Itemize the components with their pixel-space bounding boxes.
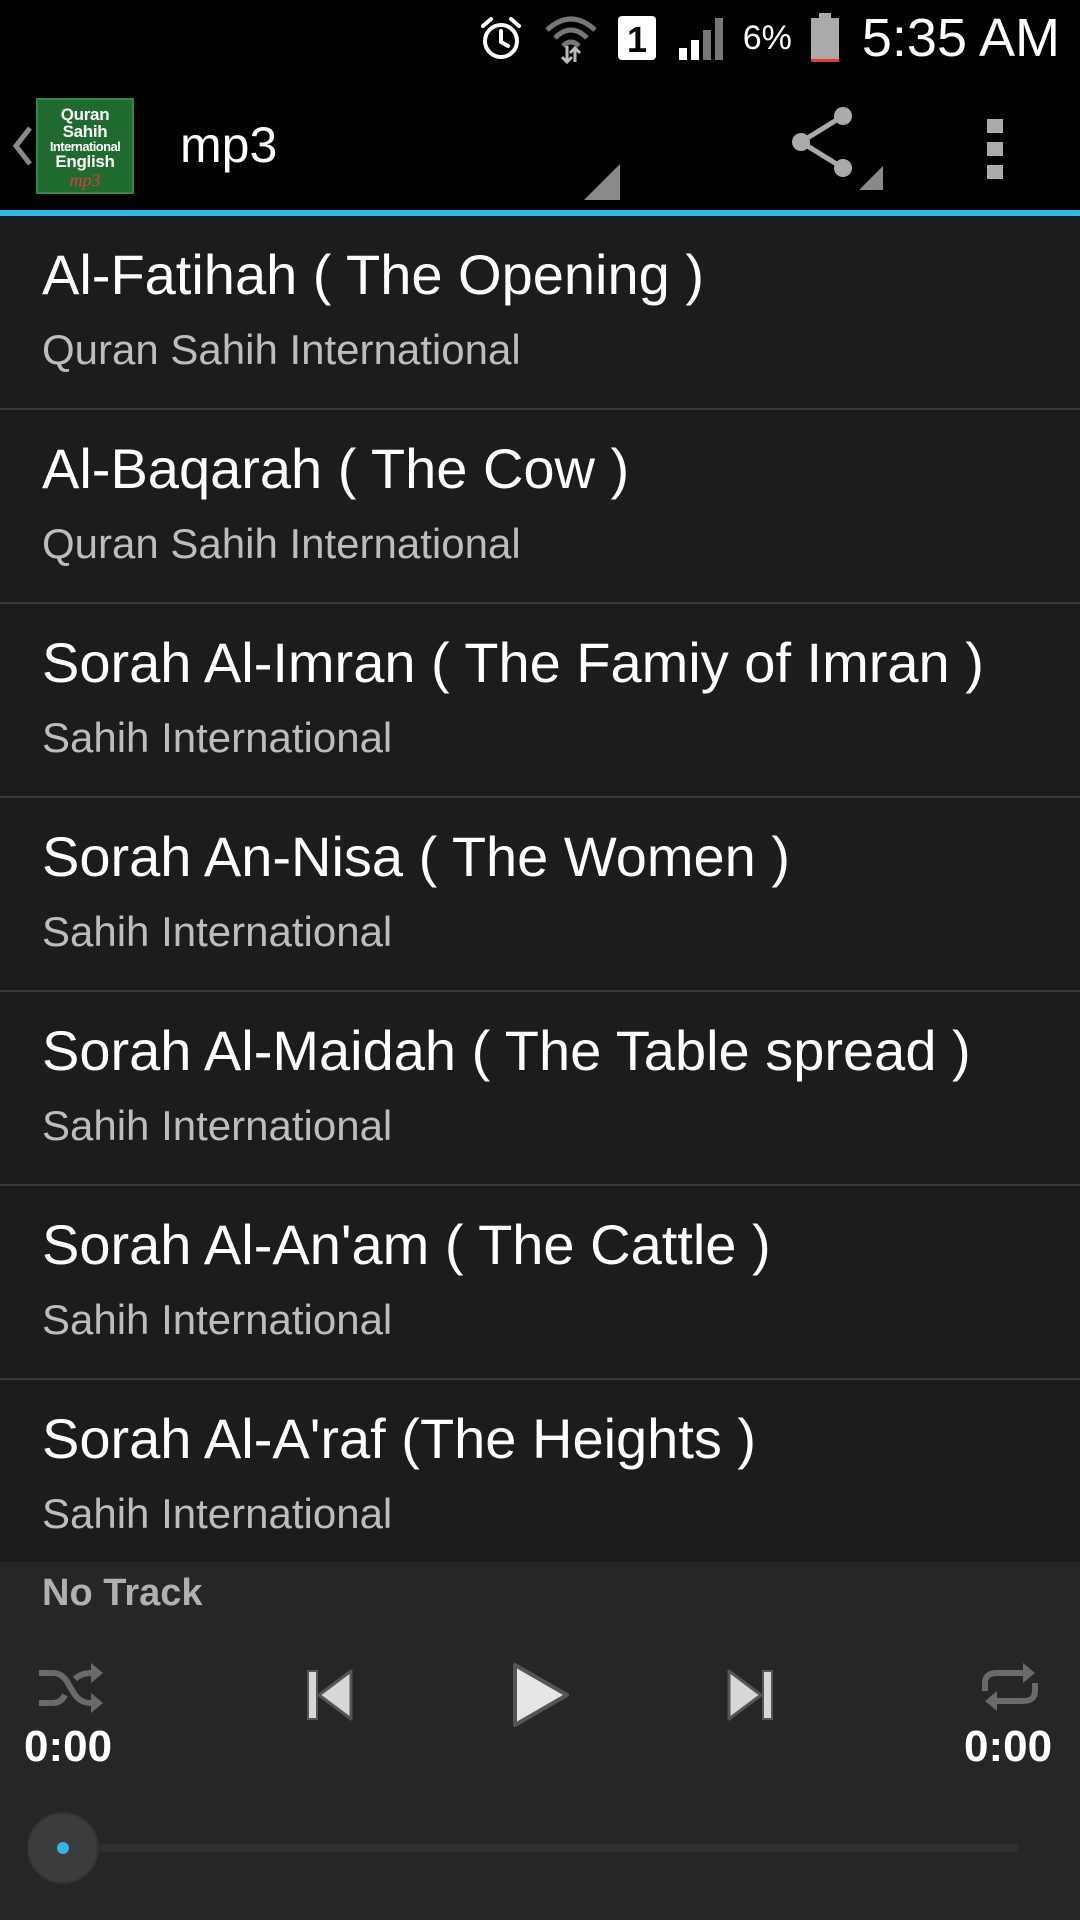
app-logo-mp3: mp3 xyxy=(69,169,101,190)
wifi-icon xyxy=(543,12,599,64)
playlist-spinner[interactable]: mp3 xyxy=(180,116,277,174)
next-button[interactable] xyxy=(715,1662,785,1732)
repeat-button[interactable] xyxy=(970,1654,1050,1724)
alarm-icon xyxy=(477,14,525,62)
track-subtitle: Sahih International xyxy=(42,1102,393,1149)
svg-text:1: 1 xyxy=(627,19,647,60)
up-caret-icon[interactable] xyxy=(10,124,34,168)
track-item[interactable]: Sorah Al-Maidah ( The Table spread ) Sah… xyxy=(0,992,1080,1186)
previous-icon xyxy=(303,1666,357,1729)
seek-bar[interactable] xyxy=(62,1844,1018,1852)
signal-icon xyxy=(675,14,725,62)
battery-icon xyxy=(810,13,840,63)
total-duration: 0:00 xyxy=(964,1722,1053,1771)
battery-percent: 6% xyxy=(742,18,792,57)
player-panel: No Track 0:00 0:00 xyxy=(0,1562,1080,1920)
share-icon xyxy=(787,106,883,197)
overflow-menu-button[interactable] xyxy=(960,106,1030,196)
now-playing-label: No Track xyxy=(42,1572,203,1614)
track-title: Al-Baqarah ( The Cow ) xyxy=(42,437,630,500)
notification-badge: 1 xyxy=(617,14,657,62)
app-logo-line: Quran xyxy=(60,104,110,124)
track-item[interactable]: Sorah Al-Imran ( The Famiy of Imran ) Sa… xyxy=(0,604,1080,798)
track-subtitle: Sahih International xyxy=(42,1490,393,1537)
track-subtitle: Quran Sahih International xyxy=(42,520,521,567)
repeat-icon xyxy=(977,1661,1043,1718)
action-bar: Quran Sahih International English mp3 mp… xyxy=(0,76,1080,216)
track-title: Sorah Al-Imran ( The Famiy of Imran ) xyxy=(42,631,984,694)
track-title: Sorah Al-Maidah ( The Table spread ) xyxy=(42,1019,971,1082)
seek-thumb-dot xyxy=(57,1842,69,1854)
track-subtitle: Sahih International xyxy=(42,714,393,761)
spinner-corner-icon xyxy=(584,164,620,200)
track-item[interactable]: Al-Baqarah ( The Cow ) Quran Sahih Inter… xyxy=(0,410,1080,604)
shuffle-icon xyxy=(35,1661,105,1718)
seek-thumb[interactable] xyxy=(27,1812,99,1884)
track-subtitle: Sahih International xyxy=(42,1296,393,1343)
track-item[interactable]: Sorah Al-An'am ( The Cattle ) Sahih Inte… xyxy=(0,1186,1080,1380)
track-item[interactable]: Sorah Al-A'raf (The Heights ) Sahih Inte… xyxy=(0,1380,1080,1562)
next-icon xyxy=(723,1666,777,1729)
track-subtitle: Quran Sahih International xyxy=(42,326,521,373)
track-title: Sorah An-Nisa ( The Women ) xyxy=(42,825,791,888)
shuffle-button[interactable] xyxy=(30,1654,110,1724)
status-bar: 1 6% 5:35 AM xyxy=(0,0,1080,76)
status-time: 5:35 AM xyxy=(861,8,1060,68)
track-item[interactable]: Sorah An-Nisa ( The Women ) Sahih Intern… xyxy=(0,798,1080,992)
share-button[interactable] xyxy=(780,106,890,196)
previous-button[interactable] xyxy=(295,1662,365,1732)
app-logo-line: English xyxy=(55,151,115,171)
track-subtitle: Sahih International xyxy=(42,908,393,955)
track-title: Sorah Al-An'am ( The Cattle ) xyxy=(42,1213,771,1276)
app-logo[interactable]: Quran Sahih International English mp3 xyxy=(36,98,134,194)
track-list[interactable]: Al-Fatihah ( The Opening ) Quran Sahih I… xyxy=(0,216,1080,1562)
app-logo-line: International xyxy=(49,138,121,154)
play-button[interactable] xyxy=(500,1654,580,1740)
elapsed-time: 0:00 xyxy=(24,1722,113,1771)
track-title: Sorah Al-A'raf (The Heights ) xyxy=(42,1407,757,1470)
play-icon xyxy=(507,1660,573,1735)
overflow-menu-icon xyxy=(985,117,1005,186)
track-item[interactable]: Al-Fatihah ( The Opening ) Quran Sahih I… xyxy=(0,216,1080,410)
track-title: Al-Fatihah ( The Opening ) xyxy=(42,243,704,306)
app-logo-line: Sahih xyxy=(62,121,108,141)
